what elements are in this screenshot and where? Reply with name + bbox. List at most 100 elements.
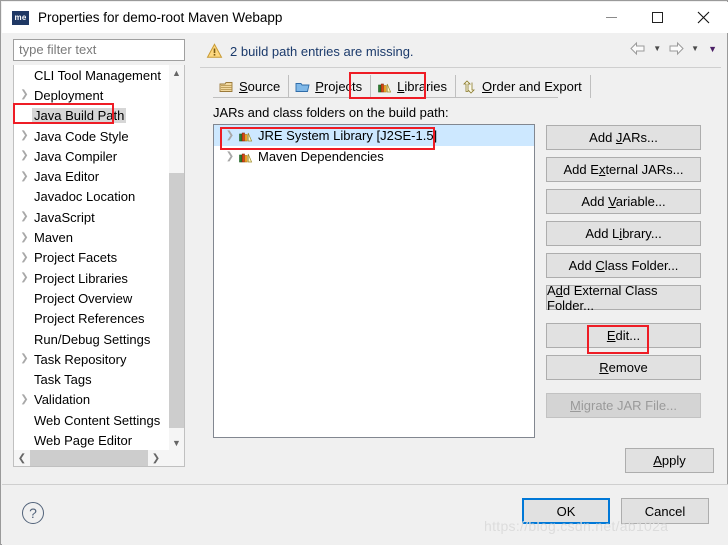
tree-spacer: ❯ xyxy=(17,192,32,202)
sidebar-item-label: Deployment xyxy=(34,87,104,103)
sidebar-item-label: Maven xyxy=(34,230,74,246)
tab-source[interactable]: Source xyxy=(213,75,290,98)
forward-menu-chevron-down-icon[interactable]: ▼ xyxy=(688,44,702,53)
chevron-right-icon[interactable]: ❯ xyxy=(17,151,32,161)
build-path-entry-label: Maven Dependencies xyxy=(258,149,384,164)
scroll-down-icon[interactable]: ▼ xyxy=(169,435,184,451)
add-variable-button[interactable]: Add Variable... xyxy=(546,189,701,214)
back-arrow-icon[interactable] xyxy=(629,41,647,56)
sidebar-item-java-build-path[interactable]: ❯Java Build Path xyxy=(14,106,169,126)
sidebar-item-deployment[interactable]: ❯ Deployment xyxy=(14,85,169,105)
app-icon: me xyxy=(12,10,29,25)
edit-button[interactable]: Edit... xyxy=(546,323,701,348)
sidebar-item-project-libraries[interactable]: ❯ Project Libraries xyxy=(14,268,169,288)
forward-arrow-icon[interactable] xyxy=(667,41,685,56)
scroll-up-icon[interactable]: ▲ xyxy=(169,65,184,81)
chevron-right-icon[interactable]: ❯ xyxy=(17,232,32,243)
button-label: Add Library... xyxy=(585,226,662,241)
chevron-right-icon[interactable]: ❯ xyxy=(17,171,32,182)
settings-tree[interactable]: ❯CLI Tool Management❯Deployment❯Java Bui… xyxy=(13,65,185,467)
filter-input[interactable]: type filter text xyxy=(13,39,185,61)
tab-label: Projects xyxy=(315,79,363,94)
sidebar-item-web-page-editor[interactable]: ❯Web Page Editor xyxy=(14,430,169,450)
apply-button[interactable]: Apply xyxy=(625,448,714,473)
libraries-books-icon xyxy=(378,83,392,92)
sidebar-item-task-tags[interactable]: ❯Task Tags xyxy=(14,369,169,389)
sidebar-item-java-editor[interactable]: ❯ Java Editor xyxy=(14,166,169,186)
chevron-right-icon[interactable]: ❯ xyxy=(17,252,32,263)
library-books-icon xyxy=(239,132,253,141)
sidebar-item-task-repository[interactable]: ❯ Task Repository xyxy=(14,349,169,369)
sidebar-item-label: Validation xyxy=(34,392,91,408)
sidebar-item-cli-tool-management[interactable]: ❯CLI Tool Management xyxy=(14,65,169,85)
build-path-entry-label: JRE System Library [J2SE-1.5] xyxy=(258,128,438,143)
watermark-text: https://blog.csdn.net/ab102a xyxy=(484,518,669,534)
sidebar-item-project-facets[interactable]: ❯ Project Facets xyxy=(14,248,169,268)
sidebar-item-label: Project Overview xyxy=(34,290,133,306)
tree-spacer: ❯ xyxy=(17,334,32,344)
button-label: Add Class Folder... xyxy=(568,258,679,273)
tree-vscroll-thumb[interactable] xyxy=(169,173,184,428)
sidebar-item-web-content-settings[interactable]: ❯Web Content Settings xyxy=(14,410,169,430)
sidebar-item-project-references[interactable]: ❯Project References xyxy=(14,309,169,329)
build-path-entry[interactable]: ❯ Maven Dependencies xyxy=(214,146,534,167)
tab-bar: Source Projects Libraries Order and Export xyxy=(213,74,591,98)
tree-hscroll-thumb[interactable] xyxy=(30,450,148,466)
chevron-right-icon[interactable]: ❯ xyxy=(222,151,238,162)
sidebar-item-java-code-style[interactable]: ❯ Java Code Style xyxy=(14,126,169,146)
add-external-jars-button[interactable]: Add External JARs... xyxy=(546,157,701,182)
apply-mnemonic: A xyxy=(653,453,662,468)
navigation-icons: ▼ ▼ ▼ xyxy=(629,41,720,56)
tree-horizontal-scrollbar[interactable]: ❮ ❯ xyxy=(14,450,184,466)
sidebar-item-javascript[interactable]: ❯ JavaScript xyxy=(14,207,169,227)
sidebar-item-maven[interactable]: ❯ Maven xyxy=(14,227,169,247)
tab-order-and-export[interactable]: Order and Export xyxy=(456,75,591,98)
sidebar-item-label: Java Build Path xyxy=(32,108,127,124)
message-separator xyxy=(200,67,721,68)
build-path-actions: Add JARs... Add External JARs... Add Varia… xyxy=(546,125,701,425)
chevron-right-icon[interactable]: ❯ xyxy=(17,131,32,141)
sidebar-item-label: CLI Tool Management xyxy=(34,67,161,83)
tab-libraries[interactable]: Libraries xyxy=(371,75,457,98)
sidebar-item-java-compiler[interactable]: ❯ Java Compiler xyxy=(14,146,169,166)
add-jars-button[interactable]: Add JARs... xyxy=(546,125,701,150)
tab-label: Source xyxy=(239,79,281,94)
view-menu-chevron-down-icon[interactable]: ▼ xyxy=(705,44,720,54)
add-library-button[interactable]: Add Library... xyxy=(546,221,701,246)
sidebar-item-label: Java Editor xyxy=(34,169,100,185)
build-path-entry[interactable]: ❯ JRE System Library [J2SE-1.5] xyxy=(214,125,534,146)
sidebar-item-project-overview[interactable]: ❯Project Overview xyxy=(14,288,169,308)
sidebar-item-run-debug-settings[interactable]: ❯Run/Debug Settings xyxy=(14,329,169,349)
sidebar-item-label: Web Page Editor xyxy=(34,432,133,448)
tree-vertical-scrollbar[interactable]: ▲ ▼ xyxy=(169,65,184,451)
window-title: Properties for demo-root Maven Webapp xyxy=(38,10,283,25)
chevron-right-icon[interactable]: ❯ xyxy=(222,130,238,141)
add-external-class-folder-button[interactable]: Add External Class Folder... xyxy=(546,283,701,313)
tab-projects[interactable]: Projects xyxy=(289,75,372,98)
sidebar-item-javadoc-location[interactable]: ❯Javadoc Location xyxy=(14,187,169,207)
sidebar-item-label: Java Compiler xyxy=(34,148,118,164)
chevron-right-icon[interactable]: ❯ xyxy=(17,354,32,364)
add-class-folder-button[interactable]: Add Class Folder... xyxy=(546,253,701,278)
scroll-right-icon[interactable]: ❯ xyxy=(148,453,164,464)
sidebar-item-validation[interactable]: ❯ Validation xyxy=(14,390,169,410)
sidebar-item-label: Web Content Settings xyxy=(34,412,161,428)
remove-button[interactable]: Remove xyxy=(546,355,701,380)
chevron-right-icon[interactable]: ❯ xyxy=(17,212,32,222)
settings-tree-list: ❯CLI Tool Management❯Deployment❯Java Bui… xyxy=(14,65,169,451)
sidebar-item-label: Java Code Style xyxy=(34,128,129,144)
build-path-list[interactable]: ❯ JRE System Library [J2SE-1.5] ❯ Maven Dep… xyxy=(213,124,535,438)
chevron-right-icon[interactable]: ❯ xyxy=(17,273,32,283)
source-folder-icon xyxy=(219,81,233,92)
maximize-button[interactable] xyxy=(634,2,680,32)
back-menu-chevron-down-icon[interactable]: ▼ xyxy=(650,44,664,53)
button-label: Edit... xyxy=(606,328,641,343)
tree-spacer: ❯ xyxy=(17,111,32,121)
chevron-right-icon[interactable]: ❯ xyxy=(17,394,32,405)
close-button[interactable] xyxy=(680,2,726,32)
bottom-bar xyxy=(2,485,728,545)
scroll-left-icon[interactable]: ❮ xyxy=(14,453,30,464)
chevron-right-icon[interactable]: ❯ xyxy=(17,90,32,100)
minimize-button[interactable] xyxy=(588,2,634,32)
help-button[interactable]: ? xyxy=(22,502,44,524)
